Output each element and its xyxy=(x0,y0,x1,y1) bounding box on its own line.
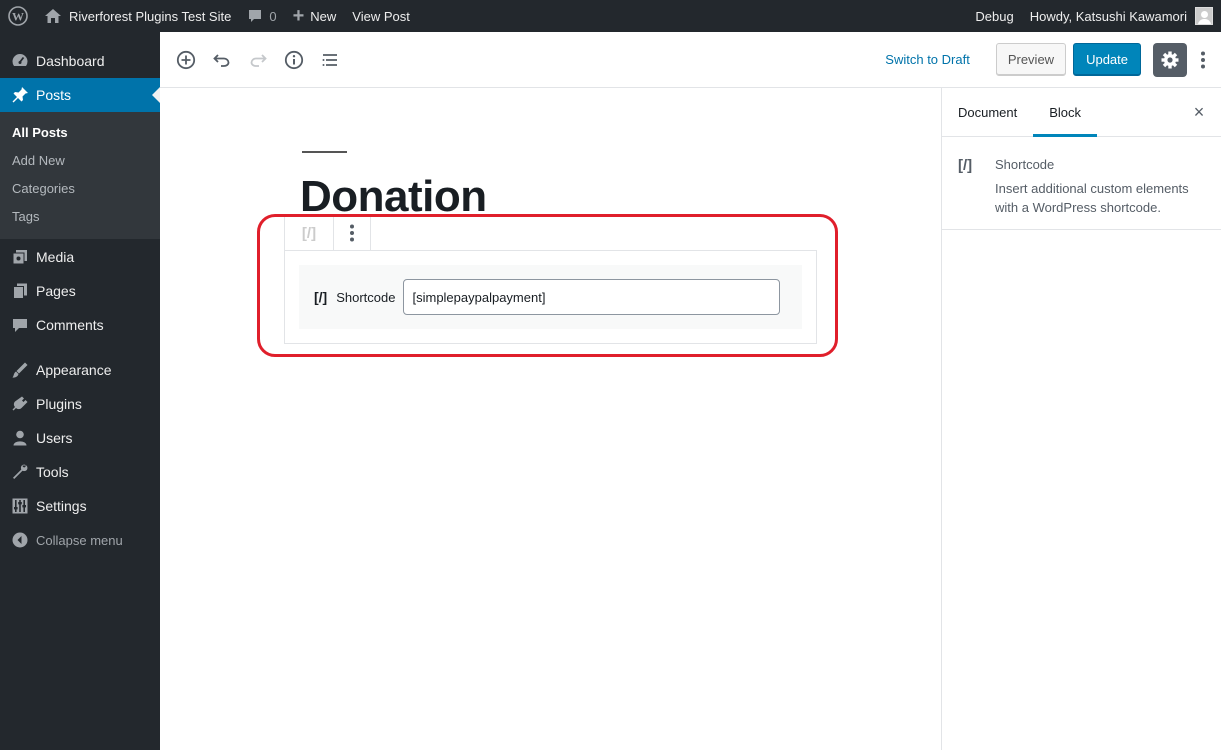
collapse-menu-button[interactable]: Collapse menu xyxy=(0,523,160,557)
home-icon xyxy=(45,9,61,23)
new-label: New xyxy=(310,8,337,24)
info-icon xyxy=(284,50,304,69)
shortcode-label-text: Shortcode xyxy=(336,289,396,305)
sidebar-item-label: Appearance xyxy=(36,362,112,378)
sidebar-item-label: Pages xyxy=(36,283,76,299)
sidebar-item-tools[interactable]: Tools xyxy=(0,455,160,489)
users-icon xyxy=(10,428,30,448)
vertical-ellipsis-icon xyxy=(350,224,354,242)
update-button[interactable]: Update xyxy=(1073,43,1141,76)
plus-circle-icon xyxy=(176,50,196,69)
sidebar-item-label: Comments xyxy=(36,317,104,333)
shortcode-block-label: [/] Shortcode xyxy=(314,289,395,305)
shortcode-icon: [/] xyxy=(314,289,328,305)
plugins-icon xyxy=(10,394,30,414)
editor-header-toolbar: Switch to Draft Preview Update xyxy=(160,32,1221,88)
redo-icon xyxy=(250,53,267,67)
shortcode-input[interactable]: [simplepaypalpayment] xyxy=(403,279,781,315)
settings-sliders-icon xyxy=(10,496,30,516)
sidebar-item-media[interactable]: Media xyxy=(0,240,160,274)
wordpress-logo-icon[interactable]: W xyxy=(0,0,36,32)
redo-button[interactable] xyxy=(240,42,276,78)
view-post-label: View Post xyxy=(352,8,410,24)
settings-sidebar: Document Block × [/] Shortcode Insert ad… xyxy=(941,88,1221,750)
submenu-item-add-new[interactable]: Add New xyxy=(0,147,160,175)
pages-icon xyxy=(10,281,30,301)
block-card-description: Insert additional custom elements with a… xyxy=(995,181,1189,215)
howdy-label: Howdy, Katsushi Kawamori xyxy=(1029,8,1187,24)
shortcode-icon: [/] xyxy=(301,224,317,242)
settings-toggle-button[interactable] xyxy=(1153,42,1187,77)
sidebar-item-label: Plugins xyxy=(36,396,82,412)
shortcode-block-body: [/] Shortcode [simplepaypalpayment] xyxy=(299,265,802,329)
block-more-options-button[interactable] xyxy=(333,215,370,251)
sidebar-item-label: Users xyxy=(36,430,73,446)
comments-count: 0 xyxy=(269,8,277,24)
view-post-link[interactable]: View Post xyxy=(344,0,418,32)
sidebar-item-dashboard[interactable]: Dashboard xyxy=(0,44,160,78)
sidebar-item-posts[interactable]: Posts xyxy=(0,78,160,112)
new-content-link[interactable]: + New xyxy=(285,0,345,32)
list-outline-icon xyxy=(322,53,337,66)
svg-text:W: W xyxy=(12,10,24,24)
comments-link[interactable]: 0 xyxy=(239,0,284,32)
avatar xyxy=(1195,7,1213,25)
submenu-item-all-posts[interactable]: All Posts xyxy=(0,119,160,147)
comments-icon xyxy=(10,315,30,335)
preview-button[interactable]: Preview xyxy=(995,43,1067,76)
my-account-link[interactable]: Howdy, Katsushi Kawamori xyxy=(1022,0,1221,32)
block-toolbar: [/] xyxy=(284,214,371,251)
site-name-link[interactable]: Riverforest Plugins Test Site xyxy=(36,0,239,32)
debug-link[interactable]: Debug xyxy=(967,0,1021,32)
tab-document[interactable]: Document xyxy=(942,88,1033,137)
submenu-item-categories[interactable]: Categories xyxy=(0,175,160,203)
sidebar-item-label: Settings xyxy=(36,498,87,514)
comment-bubble-icon xyxy=(249,10,262,22)
gear-icon xyxy=(1161,51,1179,68)
pin-icon xyxy=(10,85,30,105)
title-divider xyxy=(302,151,347,153)
plus-icon: + xyxy=(292,5,305,27)
sidebar-item-pages[interactable]: Pages xyxy=(0,274,160,308)
undo-button[interactable] xyxy=(204,42,240,78)
posts-submenu: All Posts Add New Categories Tags xyxy=(0,112,160,239)
block-navigation-button[interactable] xyxy=(312,42,348,78)
sidebar-item-appearance[interactable]: Appearance xyxy=(0,353,160,387)
undo-icon xyxy=(213,53,230,67)
block-card: [/] Shortcode Insert additional custom e… xyxy=(942,137,1221,230)
tools-icon xyxy=(10,462,30,482)
switch-to-draft-button[interactable]: Switch to Draft xyxy=(885,52,970,67)
dashboard-icon xyxy=(10,51,30,71)
admin-sidebar: Dashboard Posts All Posts Add New Catego… xyxy=(0,32,160,750)
sidebar-item-users[interactable]: Users xyxy=(0,421,160,455)
content-info-button[interactable] xyxy=(276,42,312,78)
sidebar-item-comments[interactable]: Comments xyxy=(0,308,160,342)
sidebar-item-label: Media xyxy=(36,249,75,265)
sidebar-item-label: Posts xyxy=(36,87,72,103)
debug-label: Debug xyxy=(975,8,1014,24)
editor-canvas: Donation [/] [/] Shortcode [simplepaypal… xyxy=(160,88,941,750)
close-icon[interactable]: × xyxy=(1189,102,1209,122)
collapse-arrow-icon xyxy=(10,530,30,550)
sidebar-tabs: Document Block × xyxy=(942,88,1221,137)
admin-bar: W Riverforest Plugins Test Site 0 + New … xyxy=(0,0,1221,32)
shortcode-icon: [/] xyxy=(958,157,973,174)
tab-block[interactable]: Block xyxy=(1033,88,1098,137)
vertical-ellipsis-icon xyxy=(1201,51,1205,68)
collapse-menu-label: Collapse menu xyxy=(36,532,123,548)
submenu-item-tags[interactable]: Tags xyxy=(0,203,160,231)
appearance-icon xyxy=(10,360,30,380)
site-name: Riverforest Plugins Test Site xyxy=(69,8,232,24)
block-type-switcher[interactable]: [/] xyxy=(285,215,333,251)
sidebar-item-label: Tools xyxy=(36,464,69,480)
sidebar-item-label: Dashboard xyxy=(36,53,105,69)
more-tools-button[interactable] xyxy=(1191,43,1215,77)
sidebar-item-settings[interactable]: Settings xyxy=(0,489,160,523)
sidebar-item-plugins[interactable]: Plugins xyxy=(0,387,160,421)
add-block-button[interactable] xyxy=(168,42,204,78)
shortcode-block[interactable]: [/] Shortcode [simplepaypalpayment] xyxy=(284,250,817,344)
block-card-title: Shortcode xyxy=(995,157,1055,172)
media-icon xyxy=(10,247,30,267)
